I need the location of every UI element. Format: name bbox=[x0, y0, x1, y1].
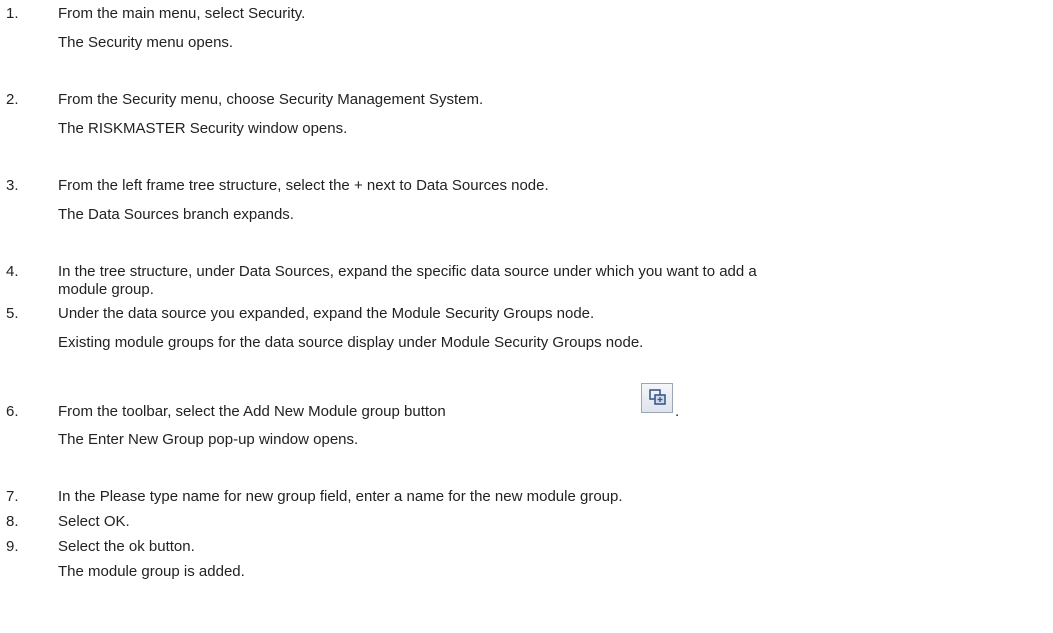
step-instruction: From the main menu, select Security. bbox=[58, 5, 306, 22]
step-instruction-end: . bbox=[675, 403, 680, 420]
step-result: The RISKMASTER Security window opens. bbox=[58, 120, 348, 137]
step-number: 5. bbox=[6, 305, 19, 322]
step-number: 7. bbox=[6, 488, 19, 505]
step-result: The Data Sources branch expands. bbox=[58, 206, 294, 223]
step-instruction-line-2: module group. bbox=[58, 281, 154, 298]
step-number: 8. bbox=[6, 513, 19, 530]
step-number: 4. bbox=[6, 263, 19, 280]
step-instruction: From the left frame tree structure, sele… bbox=[58, 177, 549, 194]
step-result: The Security menu opens. bbox=[58, 34, 234, 51]
step-number: 6. bbox=[6, 403, 19, 420]
step-number: 2. bbox=[6, 91, 19, 108]
step-instruction: From the toolbar, select the Add New Mod… bbox=[58, 403, 446, 420]
step-instruction-line-1: In the tree structure, under Data Source… bbox=[58, 263, 757, 280]
step-number: 3. bbox=[6, 177, 19, 194]
step-instruction: In the Please type name for new group fi… bbox=[58, 488, 623, 505]
step-instruction: Under the data source you expanded, expa… bbox=[58, 305, 595, 322]
step-instruction: From the Security menu, choose Security … bbox=[58, 91, 484, 108]
step-instruction: Select the ok button. bbox=[58, 538, 195, 555]
step-result: The module group is added. bbox=[58, 563, 245, 580]
step-result: The Enter New Group pop-up window opens. bbox=[58, 431, 359, 448]
step-number: 9. bbox=[6, 538, 19, 555]
step-number: 1. bbox=[6, 5, 19, 22]
step-result: Existing module groups for the data sour… bbox=[58, 334, 644, 351]
step-instruction: Select OK. bbox=[58, 513, 130, 530]
add-module-group-icon bbox=[641, 383, 673, 413]
